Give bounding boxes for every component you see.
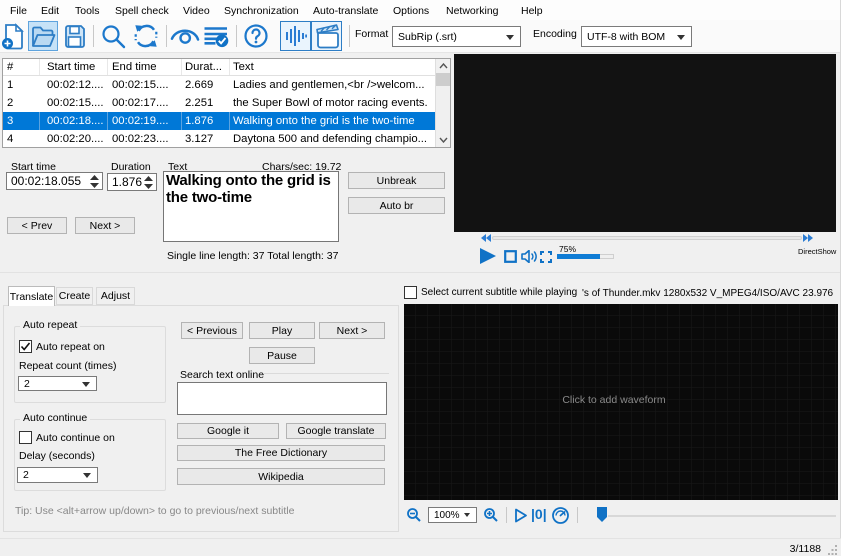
svg-text:Click to add waveform: Click to add waveform: [562, 394, 666, 406]
